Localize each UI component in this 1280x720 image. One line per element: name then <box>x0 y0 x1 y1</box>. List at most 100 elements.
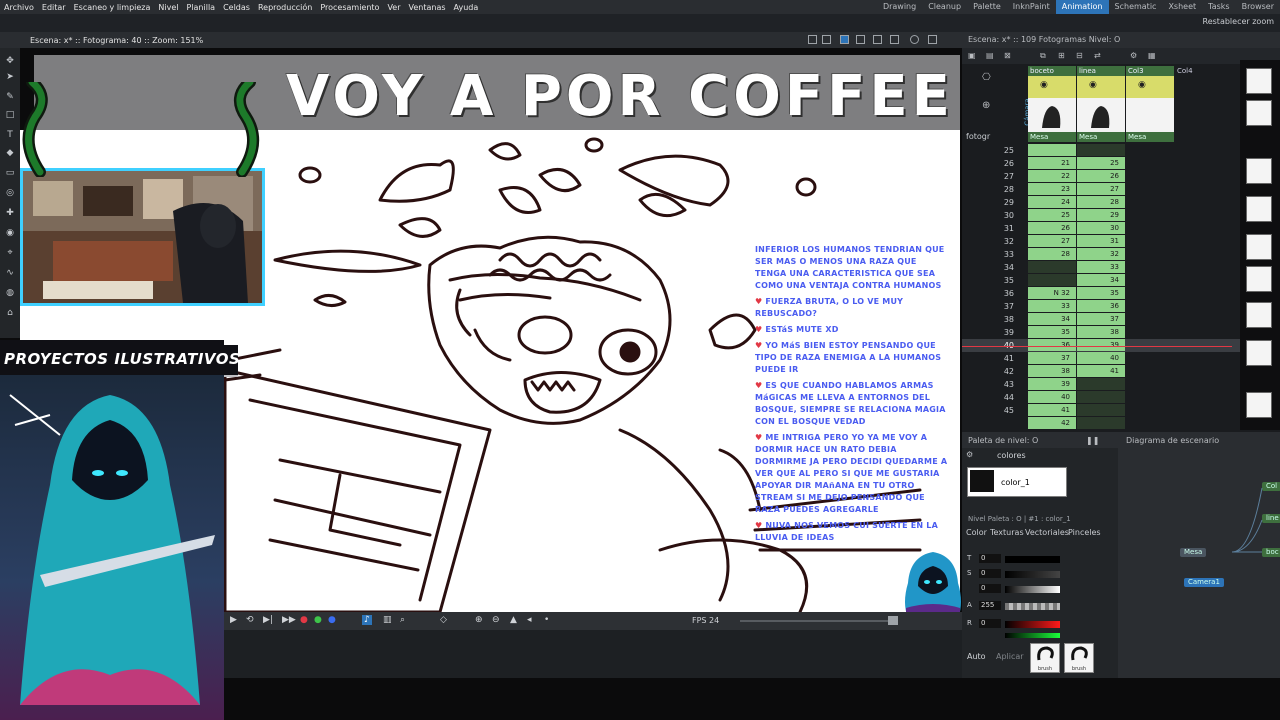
frame-thumbnail[interactable] <box>1246 392 1272 418</box>
green-channel-icon[interactable]: ● <box>314 615 322 625</box>
schematic-node-boceto[interactable]: boc <box>1262 548 1280 557</box>
frame-thumbnail[interactable] <box>1246 68 1272 94</box>
room-palette[interactable]: Palette <box>967 0 1007 14</box>
frame-thumbnail[interactable] <box>1246 196 1272 222</box>
room-tasks[interactable]: Tasks <box>1202 0 1235 14</box>
xsheet-row[interactable]: 33 28 32 <box>962 248 1280 261</box>
pump-tool-icon[interactable]: ◍ <box>5 288 15 298</box>
sound-icon[interactable]: ♪ <box>362 615 372 625</box>
xsheet-row[interactable]: 25 <box>962 144 1280 157</box>
xsheet-cell[interactable]: 36 <box>1028 339 1076 351</box>
xsheet-cell[interactable]: 31 <box>1077 235 1125 247</box>
xsheet-cell[interactable]: 23 <box>1028 183 1076 195</box>
zoom-icon[interactable]: ⌕ <box>400 615 405 625</box>
xsheet-row[interactable]: 32 27 31 <box>962 235 1280 248</box>
brush-preset[interactable]: brush <box>1064 643 1094 673</box>
menu-reproduccion[interactable]: Reproducción <box>254 3 316 12</box>
delete-icon[interactable]: ⊠ <box>1004 51 1011 60</box>
xsheet-cell[interactable]: 29 <box>1077 209 1125 221</box>
xsheet-row[interactable]: 29 24 28 <box>962 196 1280 209</box>
frame-thumbnail[interactable] <box>1246 266 1272 292</box>
fps-field[interactable]: 24 <box>709 616 719 625</box>
slider-value-field[interactable]: 0 <box>979 619 1001 628</box>
tab-texturas[interactable]: Texturas <box>990 528 1024 537</box>
xsheet-cell[interactable]: 26 <box>1077 170 1125 182</box>
xsheet-cell[interactable]: 28 <box>1077 196 1125 208</box>
xsheet-cell[interactable]: 36 <box>1077 300 1125 312</box>
loop-icon[interactable]: ⟲ <box>246 615 254 625</box>
xsheet-cell[interactable]: 34 <box>1077 274 1125 286</box>
reverse-icon[interactable]: ⇄ <box>1094 51 1101 60</box>
xsheet-row[interactable]: 34 33 <box>962 261 1280 274</box>
schematic-node-mesa[interactable]: Mesa <box>1180 548 1207 557</box>
remove-icon[interactable]: ⊟ <box>1076 51 1083 60</box>
zoom-in-icon[interactable]: ⊕ <box>475 615 483 625</box>
xsheet-cell[interactable] <box>1077 417 1125 429</box>
frame-thumbnail[interactable] <box>1246 340 1272 366</box>
xsheet-cell[interactable]: 39 <box>1077 339 1125 351</box>
slider-value-field[interactable]: 255 <box>979 601 1001 610</box>
room-schematic[interactable]: Schematic <box>1109 0 1163 14</box>
xsheet-cell[interactable]: 33 <box>1028 300 1076 312</box>
menu-archivo[interactable]: Archivo <box>0 3 38 12</box>
xsheet-cell[interactable]: 25 <box>1077 157 1125 169</box>
duplicate-icon[interactable]: ⧉ <box>1040 51 1046 61</box>
xsheet-cell[interactable]: 40 <box>1077 352 1125 364</box>
fps-slider-handle[interactable] <box>888 616 898 625</box>
xsheet-cell[interactable]: 32 <box>1077 248 1125 260</box>
xsheet-row[interactable]: 41 37 40 <box>962 352 1280 365</box>
xsheet-row[interactable]: 42 38 41 <box>962 365 1280 378</box>
xsheet-row[interactable]: 37 33 36 <box>962 300 1280 313</box>
hue-slider[interactable] <box>1005 556 1060 563</box>
xsheet-cell[interactable] <box>1028 274 1076 286</box>
column-col4[interactable]: Col4 <box>1175 66 1223 144</box>
tab-pinceles[interactable]: Pinceles <box>1068 528 1101 537</box>
frame-thumbnail[interactable] <box>1246 158 1272 184</box>
frame-thumbnail[interactable] <box>1246 302 1272 328</box>
preview-toggle-icon[interactable]: ◉ <box>1089 80 1097 90</box>
sub-camera-icon[interactable] <box>928 35 937 44</box>
new-level-icon[interactable]: ▣ <box>968 51 976 60</box>
xsheet-cell[interactable]: 24 <box>1028 196 1076 208</box>
schematic-node-camera[interactable]: Camera1 <box>1184 578 1224 587</box>
saturation-slider[interactable] <box>1005 571 1060 578</box>
zoom-out-icon[interactable]: ⊖ <box>492 615 500 625</box>
xsheet-row[interactable]: 36 N 32 35 <box>962 287 1280 300</box>
xsheet-cell[interactable]: 28 <box>1028 248 1076 260</box>
room-inknpaint[interactable]: InknPaint <box>1007 0 1056 14</box>
freeze-icon[interactable]: ❚❚ <box>1086 436 1099 445</box>
xsheet-cell[interactable]: 38 <box>1028 365 1076 377</box>
xsheet-cell[interactable]: 34 <box>1028 313 1076 325</box>
xsheet-row[interactable]: 27 22 26 <box>962 170 1280 183</box>
brush-preset[interactable]: brush <box>1030 643 1060 673</box>
field-guide-icon[interactable] <box>822 35 831 44</box>
room-xsheet[interactable]: Xsheet <box>1162 0 1202 14</box>
fps-slider[interactable] <box>740 620 890 622</box>
menu-ayuda[interactable]: Ayuda <box>450 3 483 12</box>
xsheet-row[interactable]: 42 <box>962 417 1280 430</box>
selection-tool-icon[interactable]: ➤ <box>5 72 15 82</box>
xsheet-cell[interactable]: 27 <box>1077 183 1125 195</box>
xsheet-cell[interactable]: 26 <box>1028 222 1076 234</box>
red-slider[interactable] <box>1005 621 1060 628</box>
xsheet-cell[interactable]: 25 <box>1028 209 1076 221</box>
palette-settings-icon[interactable]: ⚙ <box>966 450 973 459</box>
xsheet-cell[interactable] <box>1028 261 1076 273</box>
last-frame-icon[interactable]: ▶▶ <box>282 615 296 625</box>
xsheet-row[interactable]: 45 41 <box>962 404 1280 417</box>
menu-editar[interactable]: Editar <box>38 3 70 12</box>
xsheet-cell[interactable] <box>1077 404 1125 416</box>
pause-icon[interactable] <box>890 35 899 44</box>
grid-icon[interactable]: ▦ <box>1148 51 1156 60</box>
alpha-slider[interactable] <box>1005 603 1060 610</box>
menu-procesamiento[interactable]: Procesamiento <box>316 3 383 12</box>
xsheet-cell[interactable] <box>1077 391 1125 403</box>
flip-icon[interactable]: ▲ <box>510 615 517 625</box>
xsheet-cell[interactable]: 30 <box>1077 222 1125 234</box>
insert-icon[interactable]: ⊞ <box>1058 51 1065 60</box>
column-linea[interactable]: linea ◉ Mesa <box>1077 66 1125 144</box>
control-point-icon[interactable]: ⌖ <box>5 248 15 258</box>
slider-value-field[interactable]: 0 <box>979 569 1001 578</box>
red-channel-icon[interactable]: ● <box>300 615 308 625</box>
column-boceto[interactable]: boceto ◉ Mesa <box>1028 66 1076 144</box>
